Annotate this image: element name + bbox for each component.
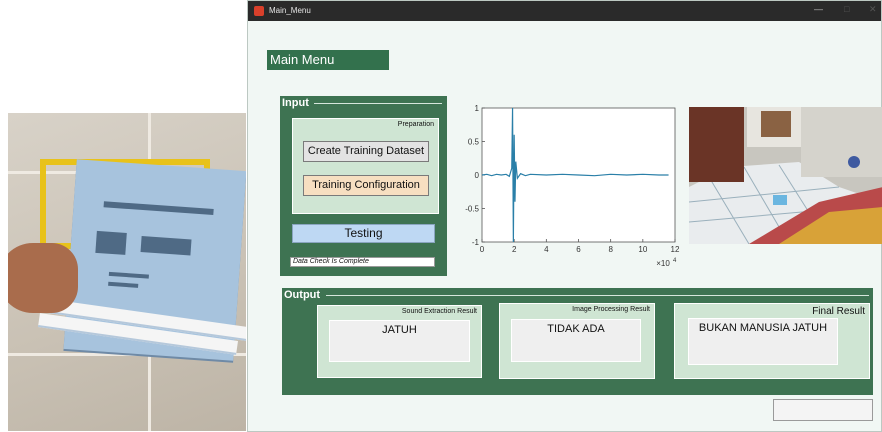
image-processing-title: Image Processing Result (572, 306, 650, 313)
camera-image (689, 107, 882, 244)
waveform-plot: 0 2 4 6 8 10 12 1 0.5 0 -0.5 -1 ×10 4 (461, 101, 691, 276)
x-exponent-value: 4 (673, 258, 677, 264)
create-training-dataset-button[interactable]: Create Training Dataset (303, 141, 429, 162)
x-exponent-label: ×10 (656, 259, 670, 268)
room-camera-frame (689, 107, 882, 244)
final-result-panel: Final Result BUKAN MANUSIA JATUH (674, 303, 870, 379)
sound-extraction-panel: Sound Extraction Result JATUH (317, 305, 482, 378)
y-tick-label: -0.5 (465, 205, 479, 214)
image-processing-panel: Image Processing Result TIDAK ADA (499, 303, 655, 379)
input-panel-title: Input (282, 97, 309, 109)
y-tick-label: -1 (472, 238, 480, 247)
x-tick-label: 0 (480, 245, 485, 254)
sound-extraction-result: JATUH (329, 320, 470, 362)
x-tick-label: 12 (671, 245, 680, 254)
training-configuration-button[interactable]: Training Configuration (303, 175, 429, 196)
output-panel: Output Sound Extraction Result JATUH Ima… (282, 288, 873, 395)
x-tick-label: 2 (512, 245, 517, 254)
maximize-icon[interactable]: □ (844, 4, 849, 14)
y-tick-label: 0 (475, 171, 480, 180)
x-tick-label: 8 (608, 245, 613, 254)
image-processing-result: TIDAK ADA (511, 319, 641, 362)
x-tick-label: 6 (576, 245, 581, 254)
document-stack-photo (8, 113, 246, 431)
close-icon[interactable]: ✕ (869, 4, 877, 15)
output-panel-title: Output (284, 289, 321, 301)
title-bar: Main_Menu — □ ✕ (248, 1, 881, 21)
input-panel: Input Preparation Create Training Datase… (280, 96, 447, 276)
bottom-action-button[interactable] (773, 399, 873, 421)
y-tick-label: 1 (475, 104, 480, 113)
y-tick-label: 0.5 (468, 138, 480, 147)
main-menu-label: Main Menu (267, 50, 389, 70)
waveform-chart-svg: 0 2 4 6 8 10 1210.50-0.5-1×10 4 (465, 104, 680, 268)
window-title: Main_Menu (269, 6, 311, 15)
x-tick-label: 4 (544, 245, 549, 254)
minimize-icon[interactable]: — (814, 4, 823, 14)
testing-button[interactable]: Testing (292, 224, 435, 243)
screenshot-root: Main_Menu — □ ✕ Main Menu Input Preparat… (0, 0, 882, 432)
x-tick-label: 10 (638, 245, 647, 254)
preparation-panel: Preparation Create Training Dataset Trai… (292, 118, 439, 214)
status-text: Data Check Is Complete (290, 257, 435, 267)
main-menu-window: Main_Menu — □ ✕ Main Menu Input Preparat… (247, 0, 882, 432)
sound-extraction-title: Sound Extraction Result (401, 308, 477, 315)
final-result-title: Final Result (812, 306, 865, 317)
final-result-value: BUKAN MANUSIA JATUH (688, 318, 838, 365)
matlab-app-icon (254, 6, 264, 16)
preparation-title: Preparation (397, 121, 434, 128)
